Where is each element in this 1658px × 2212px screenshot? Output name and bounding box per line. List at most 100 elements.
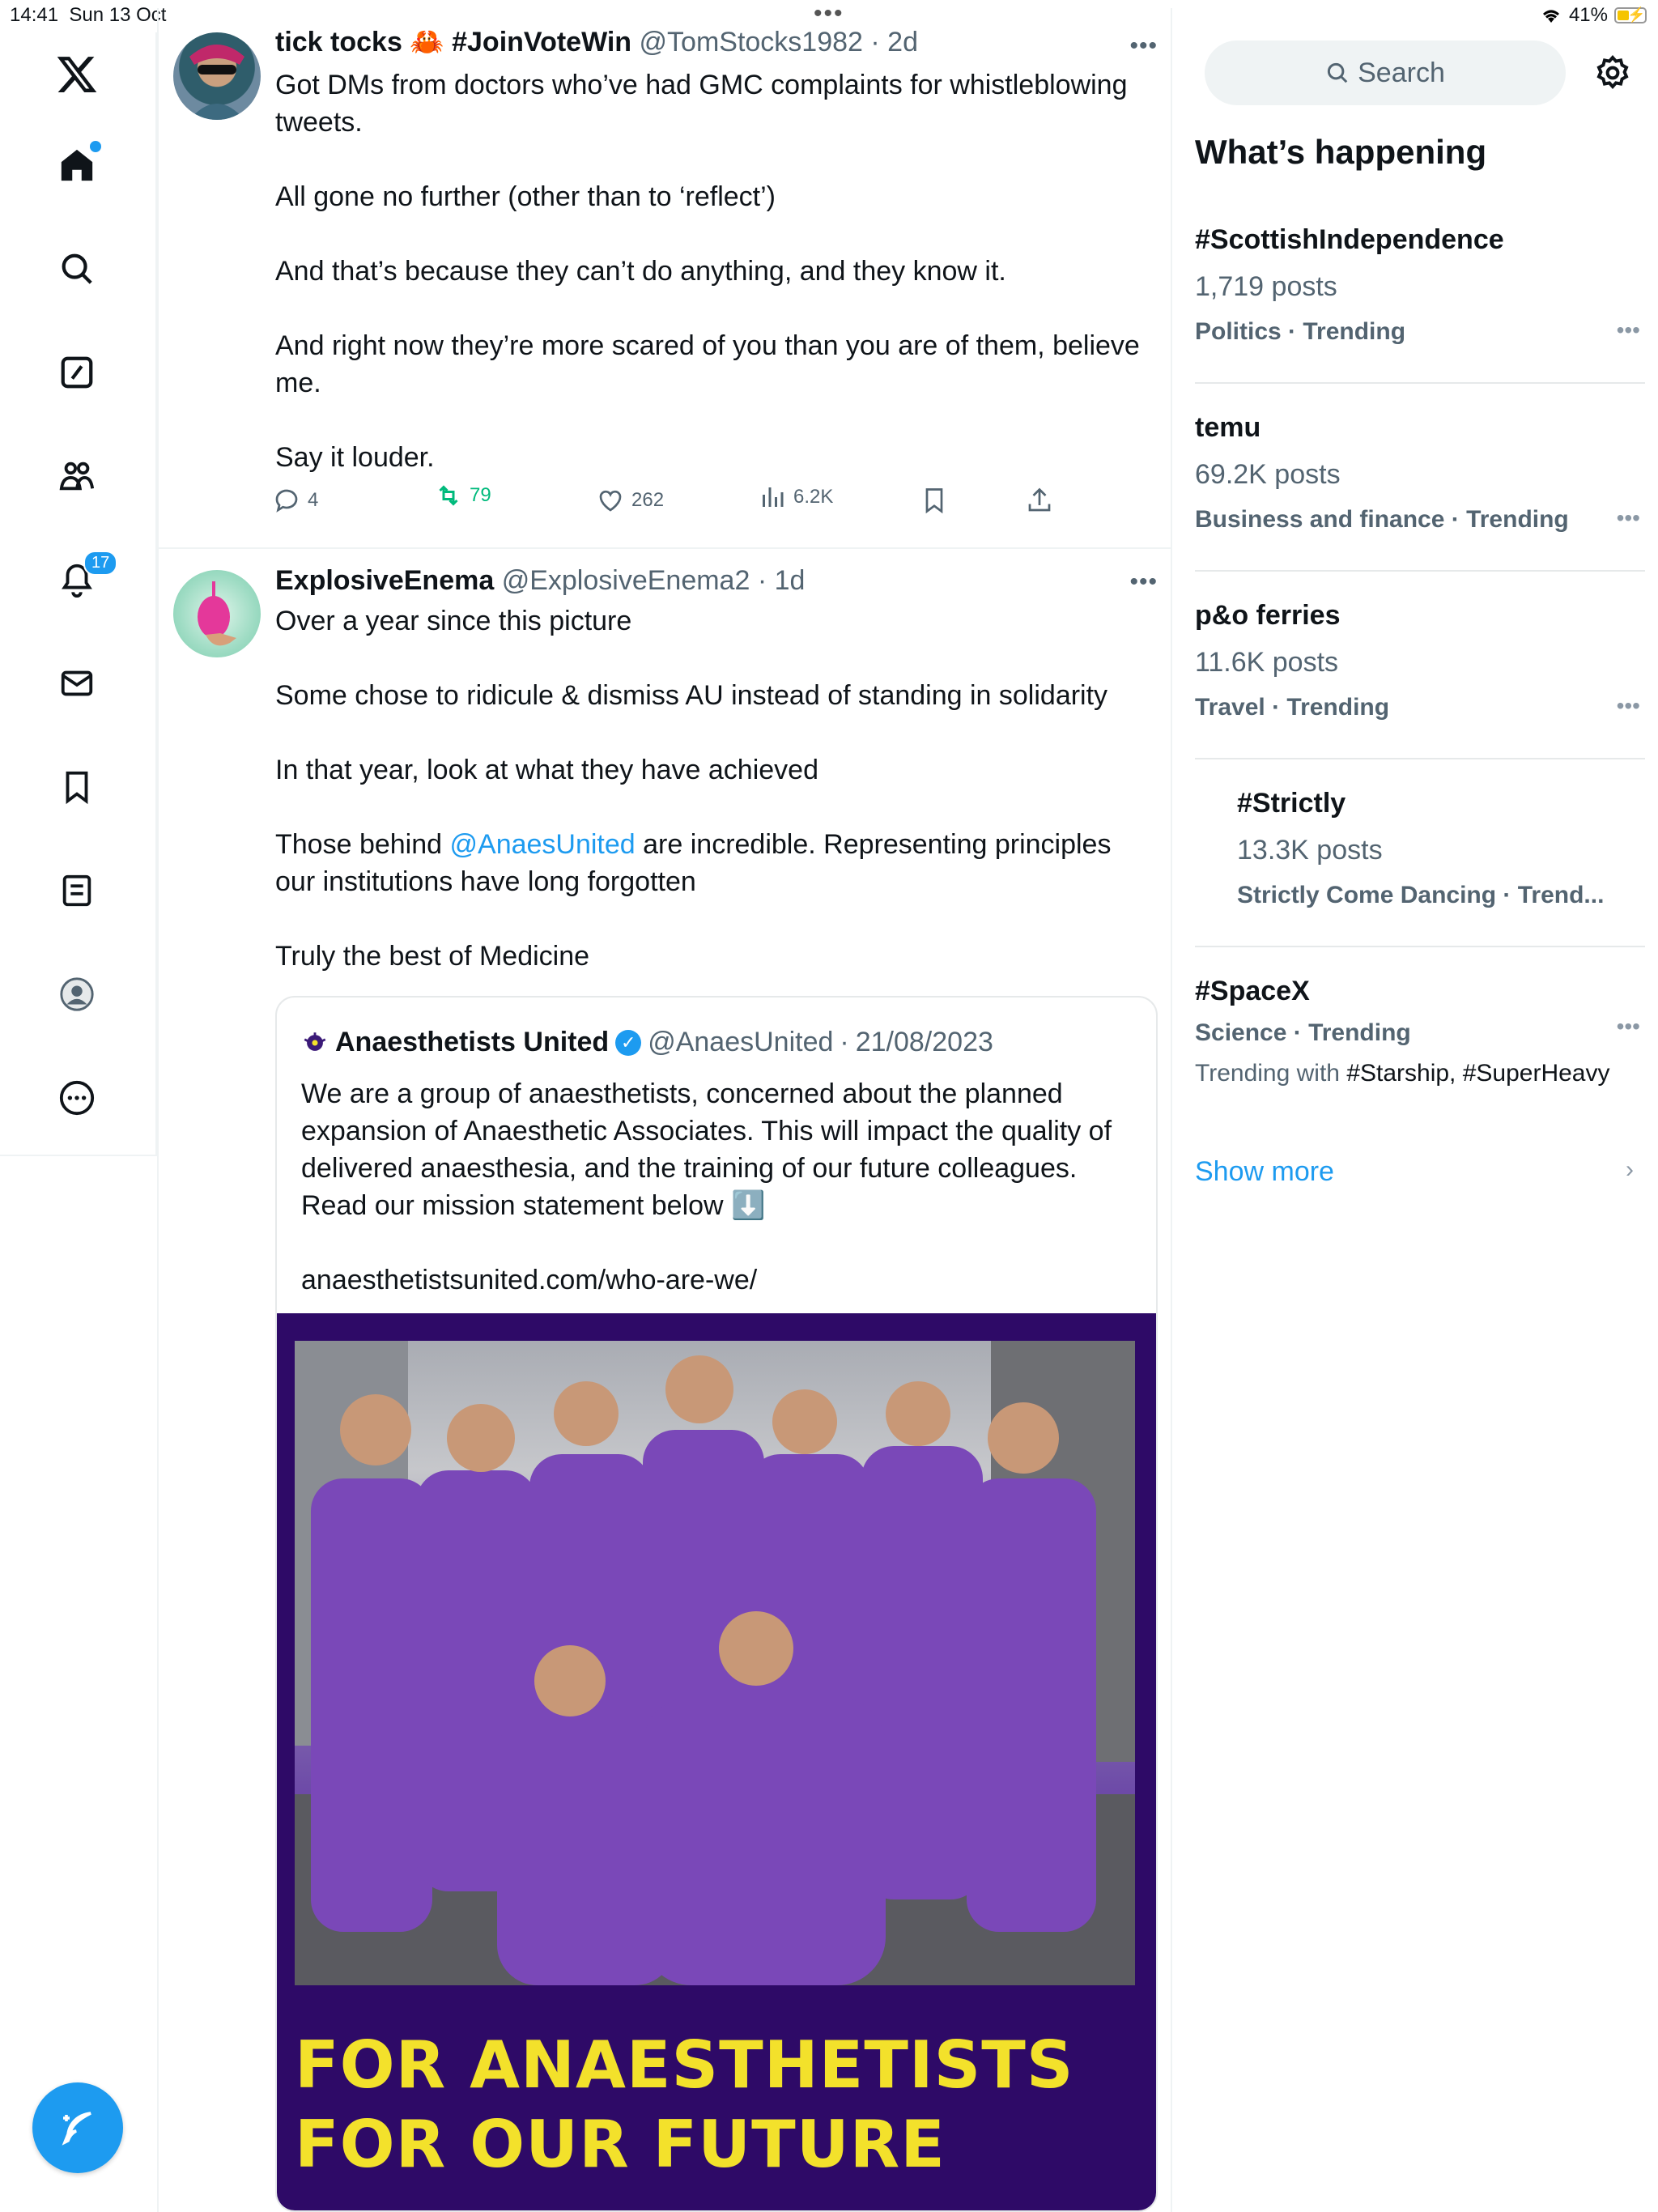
trend-category: Politics · Trending (1195, 318, 1406, 345)
trend-category: Science · Trending (1195, 1019, 1411, 1046)
home-icon[interactable] (45, 133, 109, 198)
grok-icon[interactable] (45, 340, 109, 405)
bookmarks-icon[interactable] (45, 755, 109, 819)
quoted-media-image[interactable]: FOR ANAESTHETISTS FOR OUR FUTURE (277, 1313, 1156, 2210)
tweet-2-more-icon[interactable]: ••• (1129, 568, 1158, 596)
trend-more-icon[interactable]: ••• (1617, 317, 1640, 343)
tweet-1-paragraph: Got DMs from doctors who’ve had GMC comp… (275, 70, 1128, 138)
trend-more-icon[interactable]: ••• (1617, 1014, 1640, 1040)
quoted-author-name[interactable]: Anaesthetists United (335, 1027, 609, 1058)
reply-icon (275, 489, 298, 513)
tweet-1-paragraph: And right now they’re more scared of you… (275, 330, 1140, 398)
compose-feather-icon (62, 2112, 91, 2146)
x-logo-icon[interactable] (45, 42, 109, 107)
profile-icon[interactable] (45, 962, 109, 1027)
tweet-1[interactable]: tick tocks 🦀 #JoinVoteWin @TomStocks1982… (159, 8, 1172, 549)
trend-item[interactable]: p&o ferries 11.6K posts Travel · Trendin… (1195, 598, 1640, 725)
more-icon[interactable] (45, 1066, 109, 1130)
tweet-1-time[interactable]: 2d (887, 27, 918, 57)
trend-divider (1195, 570, 1645, 572)
status-time-date: 14:41 Sun 13 Oct (10, 4, 166, 27)
quoted-separator: · (840, 1027, 849, 1057)
tweet-2-time[interactable]: 1d (775, 565, 806, 596)
tweet-1-handle[interactable]: @TomStocks1982 (640, 27, 863, 57)
like-count: 262 (631, 489, 665, 511)
show-more-link[interactable]: Show more (1195, 1156, 1334, 1188)
wifi-icon (1542, 10, 1559, 23)
trend-count: 13.3K posts (1237, 835, 1383, 866)
crab-emoji: 🦀 (410, 27, 444, 57)
lists-icon[interactable] (45, 858, 109, 923)
chevron-right-icon[interactable]: › (1626, 1156, 1634, 1184)
verified-badge-icon: ✓ (615, 1029, 642, 1056)
whats-happening-title: What’s happening (1195, 133, 1487, 171)
search-input[interactable]: Search (1205, 40, 1566, 105)
trend-divider (1195, 758, 1645, 759)
trend-category: Business and finance · Trending (1195, 506, 1569, 533)
tweet-2-separator: · (750, 565, 775, 596)
search-icon[interactable] (45, 236, 109, 301)
gear-icon[interactable] (1593, 53, 1632, 92)
quoted-date[interactable]: 21/08/2023 (856, 1027, 993, 1058)
search-icon (1328, 62, 1348, 83)
trend-more-icon[interactable]: ••• (1617, 693, 1640, 719)
tweet-2-author-name[interactable]: ExplosiveEnema (275, 565, 494, 596)
status-right: 41% ⚡ (1540, 4, 1647, 27)
quoted-paragraph: We are a group of anaesthetists, concern… (301, 1078, 1112, 1221)
views-icon (763, 487, 784, 507)
trend-item[interactable]: #Strictly 13.3K posts Strictly Come Danc… (1237, 785, 1642, 913)
tweet-1-more-icon[interactable]: ••• (1129, 32, 1158, 60)
compose-button[interactable] (32, 2082, 123, 2173)
communities-icon[interactable] (45, 444, 109, 508)
tweet-2-paragraph: Over a year since this picture (275, 606, 632, 636)
tweet-2-paragraph: Some chose to ridicule & dismiss AU inst… (275, 680, 1108, 711)
trend-item[interactable]: #SpaceX Science · Trending Trending with… (1195, 973, 1640, 1091)
tweet-1-paragraph: Say it louder. (275, 442, 435, 473)
status-date: Sun 13 Oct (69, 4, 167, 26)
mention-link[interactable]: @AnaesUnited (450, 829, 636, 860)
poster-text: FOR ANAESTHETISTS FOR OUR FUTURE (295, 2026, 1073, 2184)
quoted-tweet[interactable]: Anaesthetists United ✓ @AnaesUnited · 21… (275, 996, 1158, 2212)
trend-item[interactable]: temu 69.2K posts Business and finance · … (1195, 410, 1640, 538)
views-button[interactable]: 6.2K (758, 483, 833, 512)
trend-more-icon[interactable]: ••• (1617, 505, 1640, 531)
trend-name: temu (1195, 412, 1261, 443)
trend-name: #ScottishIndependence (1195, 224, 1504, 255)
status-time: 14:41 (10, 4, 59, 26)
trend-count: 1,719 posts (1195, 271, 1337, 302)
bookmark-button[interactable] (920, 486, 949, 515)
quoted-url[interactable]: anaesthetistsunited.com/who-are-we/ (301, 1261, 1143, 1299)
tweet-2-header: ExplosiveEnema @ExplosiveEnema2 · 1d (275, 565, 805, 597)
tweet-1-author-name[interactable]: tick tocks (275, 27, 402, 57)
tweet-1-paragraph: All gone no further (other than to ‘refl… (275, 181, 776, 212)
quoted-handle[interactable]: @AnaesUnited (648, 1027, 833, 1058)
battery-percent: 41% (1568, 4, 1608, 26)
notifications-badge: 17 (83, 551, 118, 576)
home-new-dot (90, 141, 101, 152)
reply-count: 4 (308, 489, 319, 511)
tweet-2-avatar[interactable] (173, 570, 261, 657)
tweet-2-handle[interactable]: @ExplosiveEnema2 (502, 565, 750, 596)
avatar-image (198, 581, 236, 646)
tweet-2-paragraph: Truly the best of Medicine (275, 941, 590, 972)
reply-button[interactable]: 4 (272, 486, 318, 515)
left-nav: 17 (0, 32, 157, 1156)
retweet-button[interactable]: 79 (434, 481, 491, 510)
trend-divider (1195, 946, 1645, 947)
tweet-2-paragraph: Those behind @AnaesUnited are incredible… (275, 826, 1158, 900)
search-placeholder: Search (1358, 57, 1445, 88)
tweet-1-avatar[interactable] (173, 32, 261, 120)
poster-line-2: FOR OUR FUTURE (295, 2107, 946, 2182)
trending-with-tags[interactable]: #Starship, #SuperHeavy (1346, 1060, 1609, 1087)
trend-item[interactable]: #ScottishIndependence 1,719 posts Politi… (1195, 222, 1640, 350)
notifications-icon[interactable]: 17 (45, 547, 118, 612)
trend-count: 69.2K posts (1195, 459, 1341, 490)
like-button[interactable]: 262 (596, 486, 664, 515)
share-button[interactable] (1025, 486, 1054, 515)
messages-icon[interactable] (45, 651, 109, 716)
tweet-1-separator: · (862, 27, 888, 57)
quoted-tweet-header: Anaesthetists United ✓ @AnaesUnited · 21… (301, 1027, 993, 1058)
quoted-text: We are a group of anaesthetists, concern… (301, 1075, 1143, 1299)
tweet-1-author-hashtag[interactable]: #JoinVoteWin (452, 27, 631, 57)
right-sidebar: Search What’s happening #ScottishIndepen… (1172, 32, 1658, 2212)
